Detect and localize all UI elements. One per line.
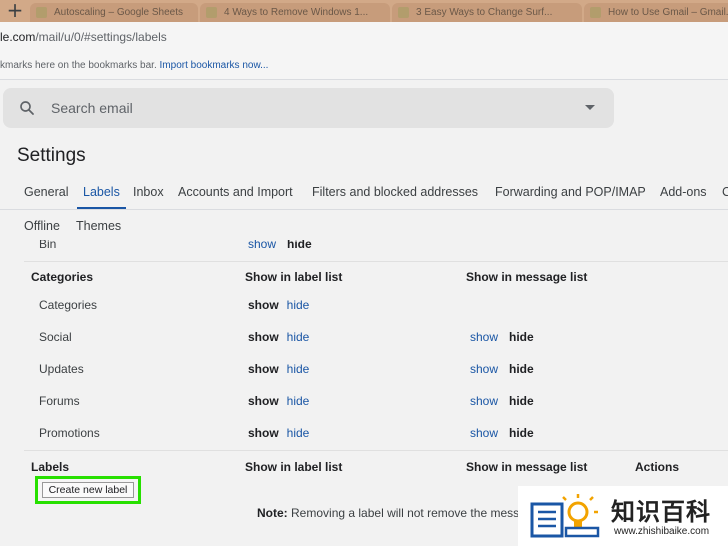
watermark: 知识百科 www.zhishibaike.com [518,486,728,546]
bookmarks-bar: kmarks here on the bookmarks bar. Import… [0,52,728,80]
actions-heading: Actions [635,460,680,474]
divider [24,450,728,451]
categories-heading: Categories [31,270,94,284]
table-row: Promotions show hide show hide [0,424,728,442]
tab-offline[interactable]: Offline [24,219,60,233]
tab-inbox[interactable]: Inbox [133,185,164,199]
category-name: Forums [39,394,80,408]
import-bookmarks-link[interactable]: Import bookmarks now... [160,60,269,71]
category-name: Updates [39,362,84,376]
tab-labels[interactable]: Labels [83,185,120,199]
category-name: Social [39,330,72,344]
bookmarks-hint: kmarks here on the bookmarks bar. [0,60,157,71]
show-selected: show [248,298,279,312]
tab-favicon-icon [590,7,601,18]
table-row: Updates show hide show hide [0,360,728,378]
tab-add-ons[interactable]: Add-ons [660,185,707,199]
table-row: Social show hide show hide [0,328,728,346]
show-link[interactable]: show [470,362,498,376]
show-selected: show [248,426,279,440]
create-new-label-button[interactable]: Create new label [42,482,134,498]
table-row: Forums show hide show hide [0,392,728,410]
labels-header: Labels Show in label list Show in messag… [0,457,728,477]
search-options-chevron-down-icon[interactable] [585,105,595,110]
tab-label: 4 Ways to Remove Windows 1... [224,7,369,18]
category-name: Categories [39,298,98,312]
label-list-heading: Show in label list [245,270,343,284]
label-list-heading: Show in label list [245,460,343,474]
table-row: Bin show hide [0,240,728,253]
tab-forwarding[interactable]: Forwarding and POP/IMAP [495,185,646,199]
hide-link[interactable]: hide [287,394,310,408]
settings-tabs: General Labels Inbox Accounts and Import… [0,176,728,240]
tab-label: Autoscaling – Google Sheets [54,7,183,18]
search-input[interactable]: Search email [51,88,133,128]
tab-label: How to Use Gmail – Gmail... [608,7,728,18]
tab-themes[interactable]: Themes [76,219,121,233]
show-link[interactable]: show [248,240,276,251]
removal-note: Note: Removing a label will not remove t… [257,506,519,520]
hide-link[interactable]: hide [287,298,310,312]
hide-selected: hide [509,426,534,440]
hide-link[interactable]: hide [287,426,310,440]
table-row: Categories show hide [0,296,728,314]
hide-selected: hide [509,394,534,408]
watermark-url: www.zhishibaike.com [614,526,710,537]
label-name: Bin [39,240,57,251]
hide-link[interactable]: hide [287,330,310,344]
hide-link[interactable]: hide [287,362,310,376]
hide-selected: hide [287,240,312,251]
tab-label: 3 Easy Ways to Change Surf... [416,7,553,18]
search-icon[interactable] [18,99,36,117]
create-label-highlight: Create new label [35,476,141,504]
show-selected: show [248,394,279,408]
show-selected: show [248,362,279,376]
show-link[interactable]: show [470,394,498,408]
tab-accounts-and-import[interactable]: Accounts and Import [178,185,293,199]
browser-tab[interactable]: 4 Ways to Remove Windows 1... [200,3,390,22]
note-text: Removing a label will not remove the mes… [291,506,520,520]
show-selected: show [248,330,279,344]
category-name: Promotions [39,426,100,440]
show-link[interactable]: show [470,330,498,344]
hide-selected: hide [509,362,534,376]
address-bar[interactable]: le.com/mail/u/0/#settings/labels [0,22,728,52]
tab-favicon-icon [36,7,47,18]
show-link[interactable]: show [470,426,498,440]
watermark-title: 知识百科 [611,499,711,526]
tab-general[interactable]: General [24,185,68,199]
book-lightbulb-icon [530,494,600,538]
address-host: le.com [0,30,36,44]
browser-tab[interactable]: Autoscaling – Google Sheets [30,3,198,22]
message-list-heading: Show in message list [466,460,588,474]
categories-header: Categories Show in label list Show in me… [0,267,728,287]
address-path: /mail/u/0/#settings/labels [35,30,167,44]
message-list-heading: Show in message list [466,270,588,284]
browser-tab[interactable]: 3 Easy Ways to Change Surf... [392,3,582,22]
tab-favicon-icon [398,7,409,18]
browser-tab[interactable]: How to Use Gmail – Gmail... [584,3,728,22]
page-title: Settings [17,145,86,166]
browser-tab-bar: + Autoscaling – Google Sheets 4 Ways to … [0,0,728,22]
labels-heading: Labels [31,460,70,474]
tab-divider [0,209,728,210]
tab-filters[interactable]: Filters and blocked addresses [312,185,478,199]
tab-chat[interactable]: C [722,185,728,199]
search-bar[interactable]: Search email [3,88,614,128]
note-prefix: Note: [257,506,288,520]
tab-favicon-icon [206,7,217,18]
hide-selected: hide [509,330,534,344]
divider [24,261,728,262]
new-tab-button[interactable]: + [4,0,26,21]
